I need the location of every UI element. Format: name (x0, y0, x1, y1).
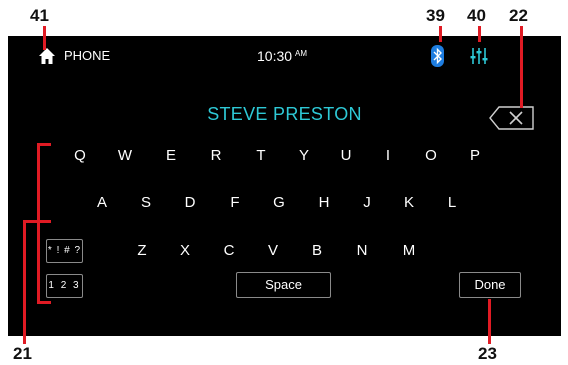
backspace-icon[interactable] (489, 106, 535, 130)
key-h[interactable]: H (313, 193, 335, 213)
key-u[interactable]: U (335, 146, 357, 166)
key-c[interactable]: C (218, 241, 240, 261)
bluetooth-icon[interactable] (431, 45, 444, 67)
key-b[interactable]: B (306, 241, 328, 261)
key-p[interactable]: P (464, 146, 486, 166)
symbols-button[interactable]: * ! # ? (46, 239, 83, 263)
key-z[interactable]: Z (131, 241, 153, 261)
callout-23: 23 (478, 344, 497, 363)
contact-name: STEVE PRESTON (207, 104, 362, 124)
callout-41: 41 (30, 6, 49, 25)
callout-line-23 (488, 299, 491, 344)
phone-keyboard-screen: PHONE 10:30 AM STEVE PRESTON Q W E R T Y … (8, 36, 561, 336)
callout-line-41 (43, 26, 46, 50)
key-y[interactable]: Y (293, 146, 315, 166)
clock-ampm: AM (295, 49, 308, 58)
home-icon[interactable] (38, 47, 56, 65)
bracket-leader-21 (23, 220, 26, 344)
key-l[interactable]: L (441, 193, 463, 213)
key-d[interactable]: D (179, 193, 201, 213)
callout-22: 22 (509, 6, 528, 25)
done-button[interactable]: Done (459, 272, 521, 298)
space-button[interactable]: Space (236, 272, 331, 298)
bracket-lower-vertical (37, 223, 40, 304)
callout-40: 40 (467, 6, 486, 25)
clock-time: 10:30 (257, 48, 293, 64)
callout-line-40 (478, 26, 481, 42)
bracket-lower-bottom (37, 301, 51, 304)
callout-line-39 (439, 26, 442, 42)
key-g[interactable]: G (268, 193, 290, 213)
key-a[interactable]: A (91, 193, 113, 213)
numbers-button[interactable]: 1 2 3 (46, 274, 83, 298)
key-v[interactable]: V (262, 241, 284, 261)
callout-21: 21 (13, 344, 32, 363)
key-j[interactable]: J (356, 193, 378, 213)
clock: 10:30 AM (257, 48, 307, 64)
key-i[interactable]: I (377, 146, 399, 166)
key-e[interactable]: E (160, 146, 182, 166)
callout-line-22 (520, 26, 523, 108)
key-q[interactable]: Q (69, 146, 91, 166)
bracket-upper-top (37, 143, 51, 146)
source-label: PHONE (64, 48, 111, 63)
key-f[interactable]: F (224, 193, 246, 213)
key-s[interactable]: S (135, 193, 157, 213)
key-m[interactable]: M (398, 241, 420, 261)
status-bar: PHONE 10:30 AM (8, 36, 561, 76)
key-k[interactable]: K (398, 193, 420, 213)
key-o[interactable]: O (420, 146, 442, 166)
key-n[interactable]: N (351, 241, 373, 261)
bluetooth-glyph (433, 47, 442, 65)
key-r[interactable]: R (205, 146, 227, 166)
key-x[interactable]: X (174, 241, 196, 261)
key-w[interactable]: W (114, 146, 136, 166)
equalizer-icon[interactable] (469, 47, 489, 65)
callout-39: 39 (426, 6, 445, 25)
bracket-upper-vertical (37, 143, 40, 223)
key-t[interactable]: T (250, 146, 272, 166)
